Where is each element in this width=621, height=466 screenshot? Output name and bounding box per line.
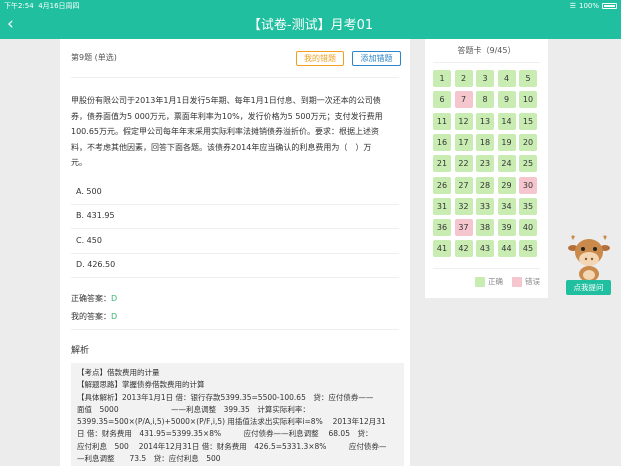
- status-time: 下午2:54 4月16日周四: [4, 2, 80, 10]
- answer-card-cell[interactable]: 42: [454, 240, 473, 258]
- question-panel: 第9题 (单选) 我的错题 添加错题 甲股份有限公司于2013年1月1日发行5年…: [60, 39, 410, 466]
- answer-card-cell[interactable]: 27: [454, 176, 473, 194]
- divider: [71, 253, 399, 254]
- question-number: 第9题 (单选): [71, 53, 117, 62]
- answer-card-cell[interactable]: 38: [476, 219, 494, 237]
- question-stem: 甲股份有限公司于2013年1月1日发行5年期、每年1月1日付息、到期一次还本的公…: [71, 93, 401, 171]
- analysis-title: 解析: [71, 346, 90, 356]
- answer-card-cell[interactable]: 14: [497, 112, 516, 130]
- answer-card-cell[interactable]: 40: [519, 219, 537, 237]
- divider: [71, 77, 399, 78]
- analysis-line: 日 借：财务费用 431.95=5399.35×8% 应付债券——利息调整 68…: [77, 429, 373, 439]
- divider: [71, 329, 399, 330]
- answer-card-cell[interactable]: 18: [476, 133, 494, 151]
- stem-line: 100.65万元。假定甲公司每年年末采用实际利率法摊销债券溢折价。要求：根据上述…: [71, 127, 379, 136]
- cow-mascot-icon[interactable]: [567, 232, 611, 282]
- my-wrong-button[interactable]: 我的错题: [296, 51, 344, 66]
- wifi-icon: ☰: [569, 2, 576, 10]
- answer-card-cell[interactable]: 41: [433, 240, 451, 258]
- option-b[interactable]: B. 431.95: [76, 211, 115, 220]
- analysis-line: 5399.35=500×(P/A,i,5)+5000×(P/F,i,5) 用插值…: [77, 417, 386, 427]
- stem-line: 甲股份有限公司于2013年1月1日发行5年期、每年1月1日付息、到期一次还本的公…: [71, 96, 381, 105]
- answer-card-cell[interactable]: 33: [476, 197, 494, 215]
- battery-percent: 100%: [578, 2, 599, 10]
- divider: [71, 204, 399, 205]
- answer-card: 答题卡（9/45） 1 2 3 4 5 6 7 8 9 10 11 12 13 14 15 16 17 18 19 2…: [425, 39, 548, 298]
- stem-line: 料，不考虑其他因素，回答下面各题。该债券2014年应当确认的利息费用为（ ）万: [71, 142, 372, 152]
- answer-card-cell[interactable]: 12: [454, 112, 473, 130]
- answer-card-cell[interactable]: 13: [476, 112, 494, 130]
- legend-correct-swatch: [475, 276, 485, 287]
- answer-card-cell[interactable]: 29: [497, 176, 516, 194]
- stem-line: 券，债券面值为5 000万元，票面年利率为10%，发行价格为5 500万元；支付…: [71, 111, 383, 121]
- answer-card-cell[interactable]: 20: [519, 133, 537, 151]
- answer-card-cell[interactable]: 16: [433, 133, 451, 151]
- legend-correct-label: 正确: [488, 277, 503, 286]
- answer-card-cell[interactable]: 26: [433, 176, 451, 194]
- answer-card-cell[interactable]: 32: [454, 197, 473, 215]
- answer-card-cell[interactable]: 30: [519, 176, 537, 194]
- answer-card-cell[interactable]: 1: [433, 70, 451, 87]
- answer-card-cell[interactable]: 37: [454, 219, 473, 237]
- divider: [433, 268, 540, 269]
- divider: [433, 62, 540, 63]
- answer-card-cell[interactable]: 35: [519, 197, 537, 215]
- option-c[interactable]: C. 450: [76, 236, 102, 245]
- answer-card-cell[interactable]: 11: [433, 112, 451, 130]
- answer-card-cell[interactable]: 4: [497, 70, 516, 87]
- analysis-line: 面值 5000 ——利息调整 399.35 计算实际利率：: [77, 404, 310, 414]
- answer-card-cell[interactable]: 28: [476, 176, 494, 194]
- answer-card-cell[interactable]: 45: [519, 240, 537, 258]
- analysis-line: 应付利息 500 2014年12月31日 借：财务费用 426.5=5331.3…: [77, 441, 387, 451]
- answer-card-cell[interactable]: 23: [476, 155, 494, 173]
- answer-card-cell[interactable]: 21: [433, 155, 451, 173]
- status-right: ☰ 100%: [570, 0, 617, 12]
- stem-line: 元。: [71, 158, 87, 167]
- answer-card-cell[interactable]: 24: [497, 155, 516, 173]
- answer-card-cell[interactable]: 34: [497, 197, 516, 215]
- analysis-line: 【具体解析】2013年1月1日 借：银行存款5399.35=5500-100.6…: [77, 392, 374, 402]
- analysis-line: 【考点】借款费用的计量: [77, 368, 160, 377]
- divider: [71, 277, 399, 278]
- answer-card-cell[interactable]: 22: [454, 155, 473, 173]
- answer-card-cell[interactable]: 6: [433, 91, 451, 109]
- my-answer: 我的答案：D: [71, 312, 118, 321]
- nav-bar: ‹ 【试卷-测试】月考01: [0, 12, 621, 39]
- answer-card-cell[interactable]: 15: [519, 112, 537, 130]
- divider: [71, 228, 399, 229]
- answer-card-cell[interactable]: 44: [497, 240, 516, 258]
- battery-icon: [602, 3, 617, 9]
- answer-card-cell[interactable]: 3: [476, 70, 494, 87]
- page-title: 【试卷-测试】月考01: [247, 18, 374, 33]
- answer-card-cell[interactable]: 36: [433, 219, 451, 237]
- answer-card-cell[interactable]: 2: [454, 70, 473, 87]
- answer-card-cell[interactable]: 19: [497, 133, 516, 151]
- answer-card-title: 答题卡（9/45）: [457, 46, 516, 55]
- legend-wrong-swatch: [512, 276, 522, 287]
- answer-card-cell[interactable]: 39: [497, 219, 516, 237]
- status-bar: 下午2:54 4月16日周四 ☰ 100%: [0, 0, 621, 12]
- answer-card-cell[interactable]: 7: [454, 91, 473, 109]
- add-wrong-button[interactable]: 添加错题: [352, 51, 401, 66]
- answer-card-cell[interactable]: 10: [519, 91, 537, 109]
- answer-card-cell[interactable]: 8: [476, 91, 494, 109]
- option-d[interactable]: D. 426.50: [76, 260, 115, 269]
- legend-wrong-label: 错误: [525, 277, 540, 286]
- answer-card-cell[interactable]: 9: [497, 91, 516, 109]
- analysis-box: 【考点】借款费用的计量 【解题思路】掌握债券借款费用的计算 【具体解析】2013…: [71, 363, 404, 466]
- correct-answer: 正确答案：D: [71, 294, 118, 303]
- answer-card-cell[interactable]: 31: [433, 197, 451, 215]
- option-a[interactable]: A. 500: [76, 187, 102, 196]
- answer-card-cell[interactable]: 43: [476, 240, 494, 258]
- analysis-line: —利息调整 73.5 贷：应付利息 500: [77, 454, 221, 464]
- analysis-line: 【解题思路】掌握债券借款费用的计算: [77, 380, 205, 390]
- answer-card-cell[interactable]: 5: [519, 70, 537, 87]
- ask-question-button[interactable]: 点我提问: [566, 280, 611, 295]
- answer-legend: 正确 错误: [475, 276, 540, 287]
- answer-card-cell[interactable]: 25: [519, 155, 537, 173]
- answer-card-cell[interactable]: 17: [454, 133, 473, 151]
